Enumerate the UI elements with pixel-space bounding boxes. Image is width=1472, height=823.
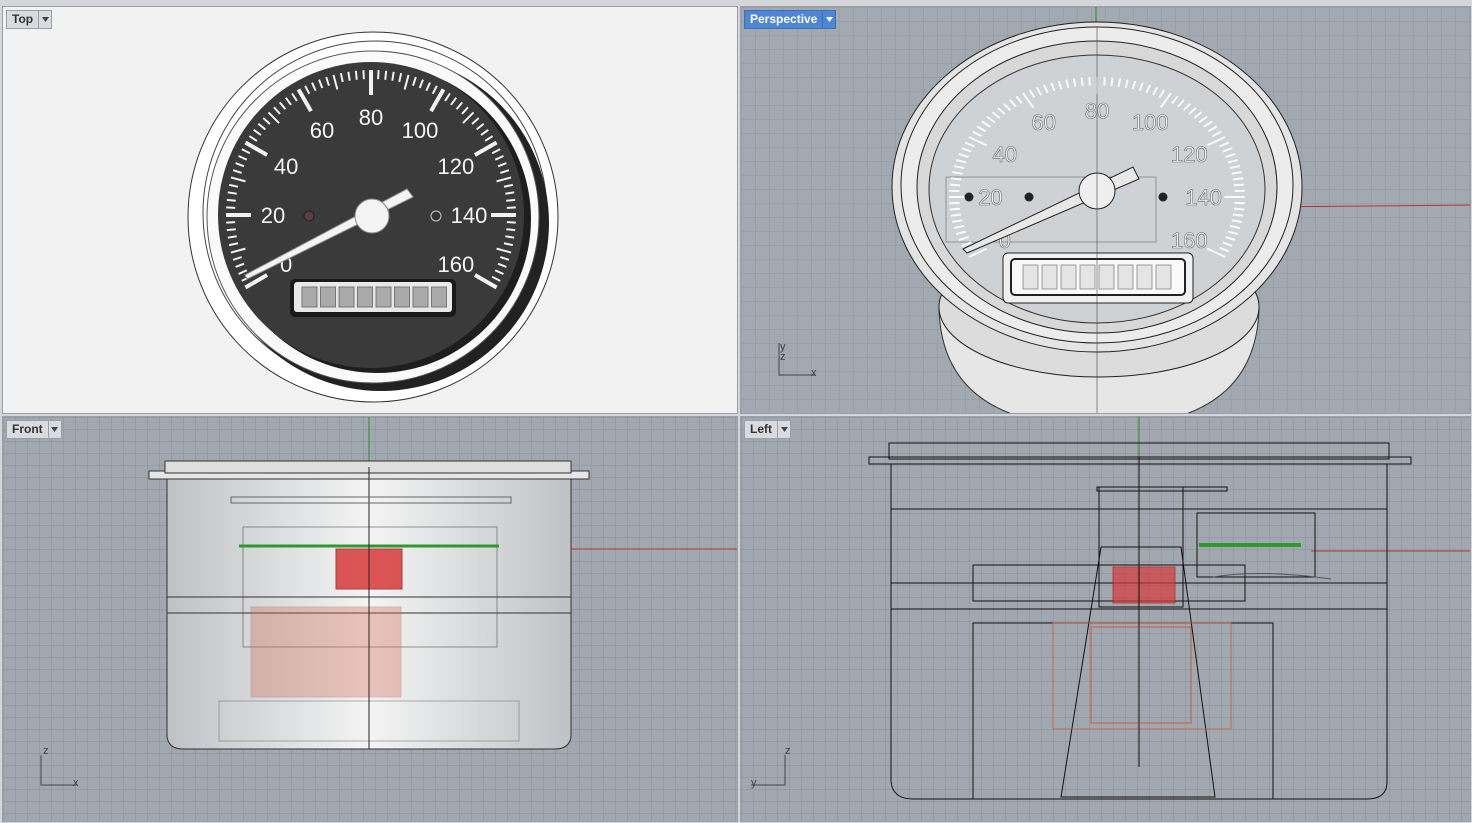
dial-label: 120: [1171, 142, 1208, 167]
dial-label: 100: [402, 118, 439, 143]
chevron-down-icon[interactable]: [777, 421, 790, 438]
odometer-digit: [1155, 264, 1172, 290]
dial-tick: [347, 71, 351, 81]
axis-icon: z x: [40, 745, 79, 789]
odometer-digit: [1136, 264, 1153, 290]
odometer-digit: [1041, 264, 1058, 290]
axis-icon: z y: [751, 745, 791, 789]
viewport-tab-front[interactable]: Front: [6, 420, 62, 439]
dial-tick: [227, 235, 237, 239]
gauge-top-model: 020406080100120140160: [187, 31, 559, 403]
chevron-down-icon[interactable]: [822, 11, 835, 28]
dial-tick: [391, 71, 395, 81]
dial-tick: [1233, 207, 1245, 211]
dial-tick: [950, 177, 962, 181]
dial-label: 140: [1185, 185, 1222, 210]
dial-tick: [949, 207, 961, 211]
odometer-digit: [1117, 264, 1134, 290]
dial-label: 80: [359, 105, 383, 130]
needle-hub: [354, 198, 390, 234]
viewport-tab-perspective[interactable]: Perspective: [744, 10, 837, 29]
viewport-left[interactable]: Left z y: [740, 416, 1471, 822]
chevron-down-icon[interactable]: [47, 421, 61, 438]
dial-tick: [1103, 77, 1106, 86]
dial-label: 60: [310, 118, 334, 143]
dial-tick: [226, 228, 236, 232]
front-view-render: [3, 417, 737, 821]
viewport-tab-left[interactable]: Left: [744, 420, 791, 439]
dial-tick: [1233, 183, 1245, 187]
dial-label: 20: [978, 185, 1002, 210]
odometer-digit: [357, 286, 373, 308]
dial-tick: [1232, 177, 1244, 181]
odometer-digit: [1079, 264, 1096, 290]
dial-tick: [505, 235, 515, 239]
dial-tick: [950, 213, 962, 217]
dial-tick: [505, 191, 515, 195]
odometer-digit: [1098, 264, 1115, 290]
odometer-digit: [394, 286, 410, 308]
odometer-digit: [1060, 264, 1077, 290]
dial-tick: [226, 198, 236, 202]
viewport-perspective[interactable]: Perspective 0 20 40 60 80 100 120 140 160: [740, 6, 1471, 414]
dial-tick: [1080, 77, 1084, 87]
left-view-render: [741, 417, 1470, 821]
dial-label: 140: [451, 203, 488, 228]
chevron-down-icon[interactable]: [38, 11, 51, 28]
gauge-front-model: [148, 460, 590, 750]
dial-label: 40: [274, 154, 298, 179]
odometer-digit: [1022, 264, 1039, 290]
odometer-digit: [338, 286, 355, 308]
dial-tick: [949, 183, 961, 187]
dial-tick: [384, 70, 388, 80]
odometer-digit: [301, 286, 318, 308]
dial-label: 60: [1031, 110, 1055, 135]
gauge-perspective-model: 0204060 80 100120140160: [891, 21, 1303, 413]
dial-tick: [1088, 77, 1091, 86]
viewport-top[interactable]: Top 0 20 40 60 80 100 120 140 160: [2, 6, 738, 414]
dial-label: 120: [438, 154, 475, 179]
dial-label: 20: [261, 203, 285, 228]
viewport-title: Left: [750, 422, 772, 436]
dial-tick: [1110, 77, 1114, 87]
perspective-view-render: 0204060 80 100120140160: [741, 7, 1470, 413]
dial-tick: [1232, 213, 1244, 217]
viewport-title: Front: [12, 422, 43, 436]
axis-icon: y z x: [778, 341, 817, 379]
dial-tick: [506, 198, 516, 202]
odometer-digit: [320, 286, 336, 308]
viewport-tab-top[interactable]: Top: [6, 10, 53, 29]
odometer-digit: [412, 286, 429, 308]
dial-tick: [354, 70, 358, 80]
top-view-render: 020406080100120140160: [187, 31, 559, 403]
dial-label: 100: [1132, 110, 1169, 135]
dial-tick: [227, 191, 237, 195]
viewport-title: Perspective: [750, 12, 818, 26]
viewport-front[interactable]: Front z x: [2, 416, 738, 822]
odometer-digit: [431, 286, 447, 308]
dial-tick: [506, 228, 516, 232]
dial-label: 40: [992, 142, 1016, 167]
odometer-digit: [375, 286, 392, 308]
dial-label: 160: [1171, 228, 1208, 253]
viewport-title: Top: [12, 12, 34, 26]
dial-label: 160: [438, 252, 475, 277]
